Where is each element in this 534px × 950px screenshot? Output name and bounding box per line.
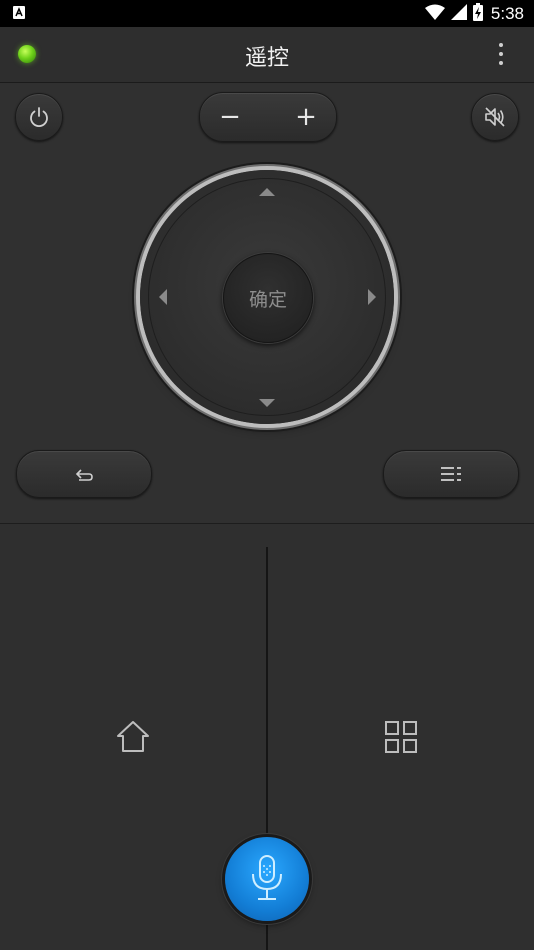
status-icons: 5:38	[424, 2, 524, 25]
voice-button[interactable]	[225, 837, 309, 921]
apps-button[interactable]	[381, 717, 421, 757]
back-button[interactable]	[16, 450, 152, 498]
power-button[interactable]	[15, 93, 63, 141]
remote-panel: − + 确定	[0, 83, 534, 524]
volume-control: − +	[199, 92, 337, 142]
app-bar: 遥控	[0, 27, 534, 83]
home-icon	[117, 721, 149, 752]
dpad-left-button[interactable]	[159, 289, 167, 305]
status-bar: 5:38	[0, 0, 534, 27]
page-title: 遥控	[244, 46, 289, 71]
signal-icon	[450, 3, 467, 24]
wifi-icon	[424, 4, 445, 24]
power-icon	[30, 107, 48, 128]
remote-control-screen: 5:38 遥控 − + 确定	[0, 0, 534, 950]
battery-charging-icon	[472, 2, 483, 25]
clock: 5:38	[490, 3, 524, 23]
touch-panel[interactable]	[0, 524, 534, 950]
dpad-up-button[interactable]	[259, 188, 275, 196]
menu-list-icon	[441, 467, 461, 481]
volume-mute-icon	[485, 107, 505, 127]
more-vert-icon[interactable]	[488, 39, 514, 69]
direction-pad: 确定	[140, 170, 394, 424]
mute-button[interactable]	[471, 93, 519, 141]
menu-button[interactable]	[383, 450, 519, 498]
back-icon	[75, 469, 93, 481]
ok-button[interactable]: 确定	[223, 253, 313, 343]
dpad-right-button[interactable]	[368, 289, 376, 305]
volume-down-button[interactable]: −	[200, 93, 260, 141]
apps-grid-icon	[385, 721, 417, 753]
microphone-icon	[252, 855, 282, 900]
volume-up-button[interactable]: +	[276, 93, 336, 141]
dpad-down-button[interactable]	[259, 399, 275, 407]
home-button[interactable]	[113, 717, 153, 757]
app-notification-icon	[13, 6, 25, 19]
